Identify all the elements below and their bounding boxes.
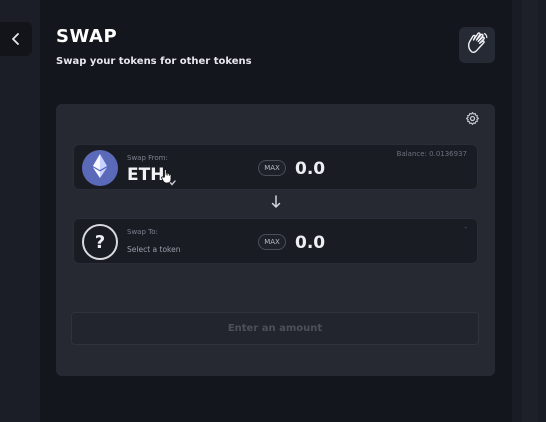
switch-direction-button[interactable] xyxy=(269,194,283,213)
swap-to-label: Swap To: xyxy=(127,228,158,236)
right-panel xyxy=(512,0,546,422)
waving-hand-icon xyxy=(464,30,490,60)
question-mark-icon: ? xyxy=(94,231,106,253)
ethereum-icon xyxy=(92,153,108,183)
swap-to-max-button[interactable]: MAX xyxy=(258,234,286,250)
swap-from-token[interactable]: ETH xyxy=(127,165,164,185)
back-button[interactable] xyxy=(0,22,32,56)
wave-button[interactable] xyxy=(459,27,495,63)
swap-from-label: Swap From: xyxy=(127,154,168,162)
page-subtitle: Swap your tokens for other tokens xyxy=(56,56,252,67)
left-panel xyxy=(0,0,40,422)
hand-cursor-icon xyxy=(160,168,174,188)
swap-from-amount-input[interactable] xyxy=(295,159,385,179)
swap-to-amount-input[interactable] xyxy=(295,233,385,253)
swap-from-max-button[interactable]: MAX xyxy=(258,160,286,176)
scrollbar-track[interactable] xyxy=(522,0,538,422)
swap-from-balance: Balance: 0.0136937 xyxy=(396,150,467,158)
page-title: SWAP xyxy=(56,26,118,47)
swap-to-row: ? Swap To: Select a token MAX - xyxy=(73,218,478,264)
enter-amount-button[interactable]: Enter an amount xyxy=(71,312,479,345)
token-select-to-button[interactable]: ? xyxy=(82,224,118,260)
token-select-from-button[interactable] xyxy=(82,150,118,186)
swap-from-row: Swap From: ETH MAX Balance: 0.0136937 xyxy=(73,144,478,190)
arrow-down-icon xyxy=(271,194,281,213)
gear-icon xyxy=(465,111,480,130)
select-token-link[interactable]: Select a token xyxy=(127,245,180,254)
swap-page: SWAP Swap your tokens for other tokens S… xyxy=(0,0,546,422)
settings-button[interactable] xyxy=(463,111,481,129)
chevron-left-icon xyxy=(11,30,21,49)
swap-to-balance: - xyxy=(464,224,467,232)
